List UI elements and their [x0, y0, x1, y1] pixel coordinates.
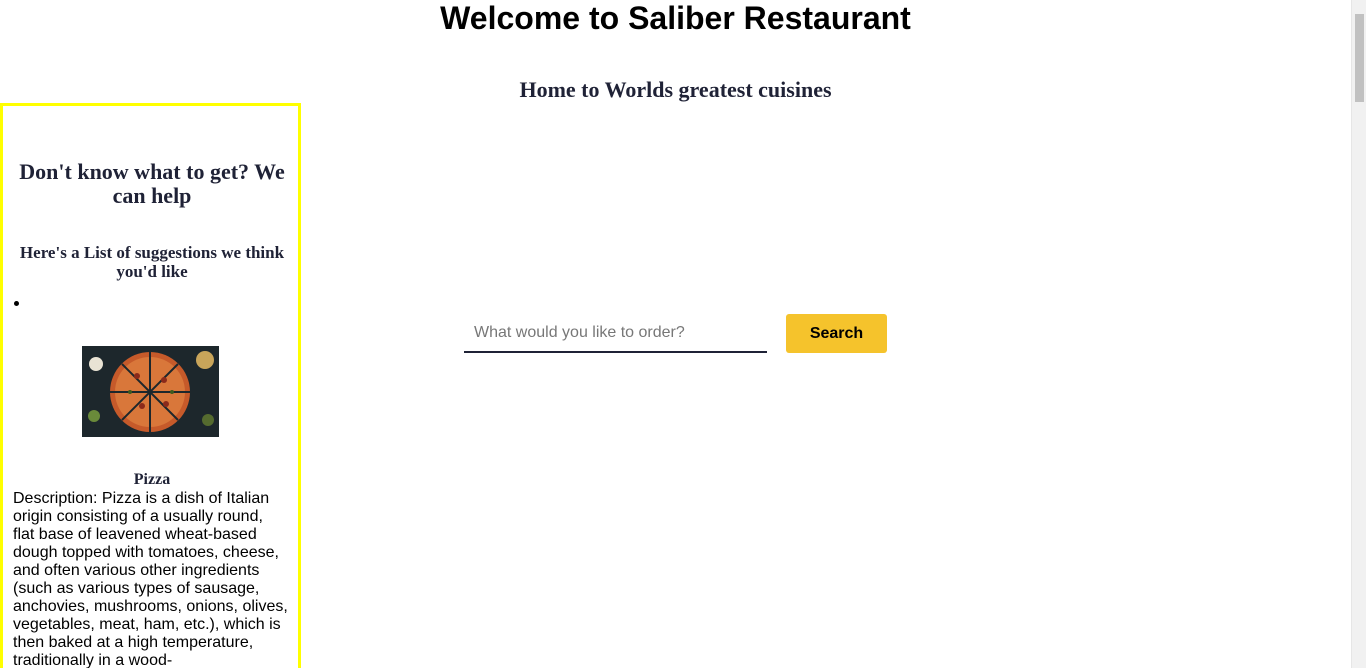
page-title: Welcome to Saliber Restaurant: [440, 0, 911, 36]
page-subtitle: Home to Worlds greatest cuisines: [519, 77, 832, 102]
sidebar-heading: Don't know what to get? We can help: [19, 159, 285, 208]
search-button[interactable]: Search: [786, 314, 887, 353]
suggestion-item-description: Description: Pizza is a dish of Italian …: [13, 490, 288, 668]
scrollbar-thumb[interactable]: [1355, 14, 1364, 102]
list-bullet: [14, 301, 19, 306]
pizza-image: [82, 346, 219, 437]
sidebar-subheading: Here's a List of suggestions we think yo…: [19, 243, 285, 281]
suggestions-sidebar: Don't know what to get? We can help Here…: [0, 103, 301, 668]
search-input[interactable]: [464, 314, 767, 353]
suggestion-item-name: Pizza: [133, 471, 171, 488]
pizza-photo-icon: [82, 346, 219, 437]
vertical-scrollbar[interactable]: [1351, 0, 1366, 668]
